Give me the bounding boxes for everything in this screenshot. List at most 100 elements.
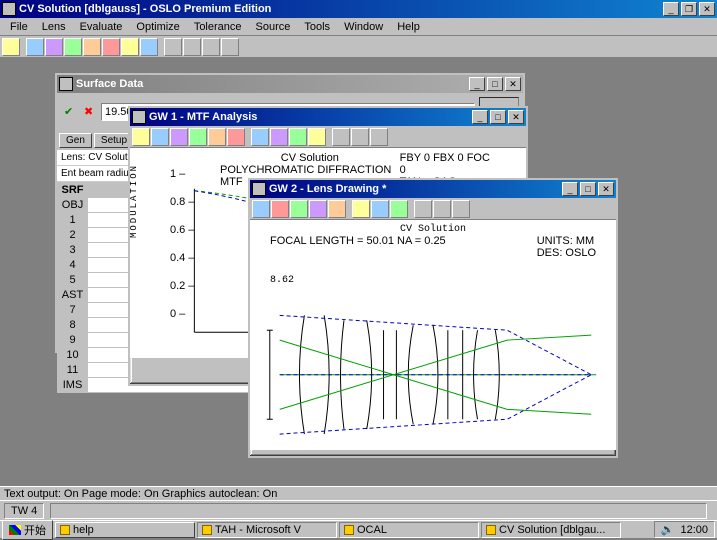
menu-lens[interactable]: Lens (36, 20, 72, 34)
menu-window[interactable]: Window (338, 20, 389, 34)
cross-icon[interactable]: ✖ (84, 105, 98, 119)
toolbar-btn[interactable] (452, 200, 470, 218)
toolbar-btn[interactable] (164, 38, 182, 56)
toolbar-btn[interactable] (251, 128, 269, 146)
close-button[interactable]: ✕ (508, 110, 524, 124)
plot-title: CV Solution (250, 220, 616, 235)
focal-label: FOCAL LENGTH = 50.01 NA = 0.25 (270, 235, 446, 259)
mdi-client: Surface Data _ □ ✕ ✔ ✖ Gen Setup Lens: C… (0, 58, 717, 500)
toolbar-btn[interactable] (45, 38, 63, 56)
toolbar-btn[interactable] (132, 128, 150, 146)
task-icon (60, 525, 70, 535)
taskbar: 开始 help TAH - Microsoft V OCAL CV Soluti… (0, 520, 717, 538)
tray-icon[interactable]: 🔊 (661, 523, 675, 536)
toolbar-btn[interactable] (371, 200, 389, 218)
status-line: Text output: On Page mode: On Graphics a… (0, 486, 717, 500)
taskbar-task[interactable]: help (55, 522, 195, 538)
maximize-button[interactable]: □ (487, 77, 503, 91)
srf-cell: AST (58, 288, 88, 303)
minimize-button[interactable]: _ (663, 2, 679, 16)
toolbar-btn[interactable] (328, 200, 346, 218)
window-title: Surface Data (76, 78, 469, 90)
system-tray[interactable]: 🔊 12:00 (654, 521, 715, 538)
des-label: DES: OSLO (537, 247, 596, 259)
toolbar-btn[interactable] (414, 200, 432, 218)
close-button[interactable]: ✕ (505, 77, 521, 91)
menu-tolerance[interactable]: Tolerance (188, 20, 248, 34)
menubar: File Lens Evaluate Optimize Tolerance So… (0, 18, 717, 36)
srf-cell: 4 (58, 258, 88, 273)
toolbar-btn[interactable] (227, 128, 245, 146)
check-icon[interactable]: ✔ (64, 105, 78, 119)
srf-cell: 2 (58, 228, 88, 243)
taskbar-task[interactable]: TAH - Microsoft V (197, 522, 337, 538)
menu-evaluate[interactable]: Evaluate (74, 20, 129, 34)
srf-cell: 8 (58, 318, 88, 333)
status-text: Text output: On Page mode: On Graphics a… (4, 488, 277, 500)
toolbar-btn[interactable] (308, 128, 326, 146)
toolbar-btn[interactable] (151, 128, 169, 146)
task-icon (202, 525, 212, 535)
toolbar-btn[interactable] (189, 128, 207, 146)
toolbar-btn[interactable] (351, 128, 369, 146)
app-titlebar: CV Solution [dblgauss] - OSLO Premium Ed… (0, 0, 717, 18)
toolbar-btn[interactable] (202, 38, 220, 56)
toolbar-btn[interactable] (26, 38, 44, 56)
srf-cell: 9 (58, 333, 88, 348)
col-srf: SRF (58, 183, 88, 198)
toolbar-btn[interactable] (102, 38, 120, 56)
clock: 12:00 (680, 524, 708, 536)
windows-logo-icon (9, 525, 21, 535)
minimize-button[interactable]: _ (562, 182, 578, 196)
toolbar-btn[interactable] (208, 128, 226, 146)
maximize-button[interactable]: □ (490, 110, 506, 124)
window-title: GW 1 - MTF Analysis (149, 111, 472, 123)
toolbar-btn[interactable] (121, 38, 139, 56)
toolbar-btn[interactable] (433, 200, 451, 218)
toolbar-btn[interactable] (332, 128, 350, 146)
menu-help[interactable]: Help (391, 20, 426, 34)
lens-drawing-window[interactable]: GW 2 - Lens Drawing * _ □ ✕ CV Solution … (248, 178, 618, 458)
gen-button[interactable]: Gen (59, 133, 92, 148)
toolbar-btn[interactable] (2, 38, 20, 56)
minimize-button[interactable]: _ (469, 77, 485, 91)
toolbar-btn[interactable] (183, 38, 201, 56)
srf-cell: 1 (58, 213, 88, 228)
menu-source[interactable]: Source (250, 20, 297, 34)
restore-button[interactable]: ❐ (681, 2, 697, 16)
status-cell (50, 503, 707, 519)
close-button[interactable]: ✕ (699, 2, 715, 16)
srf-cell: 10 (58, 348, 88, 363)
toolbar-btn[interactable] (252, 200, 270, 218)
maximize-button[interactable]: □ (580, 182, 596, 196)
toolbar-btn[interactable] (170, 128, 188, 146)
toolbar-btn[interactable] (370, 128, 388, 146)
window-title: GW 2 - Lens Drawing * (269, 183, 562, 195)
window-icon (59, 77, 73, 91)
minimize-button[interactable]: _ (472, 110, 488, 124)
taskbar-task[interactable]: CV Solution [dblgau... (481, 522, 621, 538)
plot-info1: FBY 0 FBX 0 FOC 0 (400, 152, 496, 176)
toolbar-btn[interactable] (140, 38, 158, 56)
taskbar-task[interactable]: OCAL (339, 522, 479, 538)
toolbar-btn[interactable] (64, 38, 82, 56)
toolbar-btn[interactable] (352, 200, 370, 218)
toolbar-btn[interactable] (83, 38, 101, 56)
toolbar-btn[interactable] (309, 200, 327, 218)
toolbar-btn[interactable] (390, 200, 408, 218)
app-icon (2, 2, 16, 16)
toolbar-btn[interactable] (221, 38, 239, 56)
toolbar-btn[interactable] (270, 128, 288, 146)
close-button[interactable]: ✕ (598, 182, 614, 196)
menu-tools[interactable]: Tools (298, 20, 336, 34)
srf-cell: 11 (58, 363, 88, 378)
start-button[interactable]: 开始 (2, 520, 53, 540)
status-cell: TW 4 (4, 503, 44, 519)
toolbar-btn[interactable] (271, 200, 289, 218)
toolbar-btn[interactable] (290, 200, 308, 218)
menu-optimize[interactable]: Optimize (130, 20, 185, 34)
main-toolbar (0, 36, 717, 58)
toolbar-btn[interactable] (289, 128, 307, 146)
menu-file[interactable]: File (4, 20, 34, 34)
start-label: 开始 (24, 522, 46, 538)
